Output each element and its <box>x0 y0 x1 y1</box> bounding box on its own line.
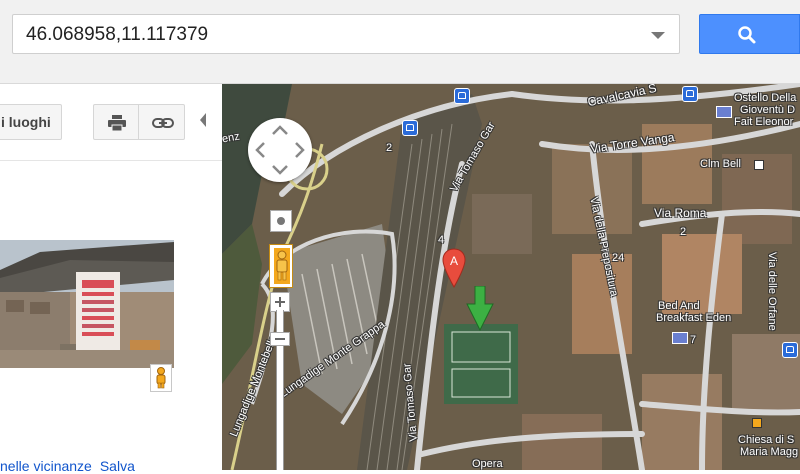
map-label-number-4: 4 <box>438 234 445 246</box>
street-view-arrow-icon <box>466 286 494 332</box>
link-button[interactable] <box>138 104 185 140</box>
panel-divider <box>0 160 222 161</box>
map-label-bnb-1: Bed And <box>658 300 700 312</box>
bottom-links: nelle vicinanze Salva <box>0 458 143 474</box>
save-link[interactable]: Salva <box>100 458 135 474</box>
pan-down-icon <box>272 165 288 175</box>
map-label-ostello-1: Ostello Della <box>734 92 797 104</box>
link-icon <box>152 118 174 128</box>
map-label-via-roma: Via Roma <box>654 206 707 220</box>
pan-right-icon <box>295 142 305 158</box>
zoom-slider-handle[interactable] <box>270 332 290 346</box>
search-input[interactable]: 46.068958,11.117379 <box>12 14 680 54</box>
pegman-icon <box>274 248 290 284</box>
zoom-in-button[interactable] <box>270 292 290 312</box>
street-view-thumbnail[interactable] <box>0 240 174 368</box>
pegman-button[interactable] <box>269 244 293 288</box>
reset-view-icon <box>277 217 285 225</box>
map-label-clm-bell: Clm Bell <box>700 158 741 170</box>
map-label-roma-number: 2 <box>680 226 687 238</box>
church-icon[interactable] <box>752 418 762 428</box>
pan-up-icon <box>272 125 288 135</box>
poi-icon[interactable] <box>754 160 764 170</box>
bus-stop-icon[interactable] <box>682 86 698 102</box>
map-label-chiesa-1: Chiesa di S <box>738 434 795 446</box>
map-label-bnb-2: Breakfast Eden <box>656 312 732 324</box>
search-button[interactable] <box>699 14 800 54</box>
location-marker-letter: A <box>450 254 458 268</box>
map-label-opera: Opera <box>472 458 503 470</box>
plus-icon <box>275 297 285 307</box>
reset-view-button[interactable] <box>270 210 292 232</box>
minus-icon <box>275 338 285 340</box>
map-label-chiesa-2: Maria Magg <box>740 446 799 458</box>
hotel-icon[interactable] <box>672 332 688 344</box>
bus-stop-icon[interactable] <box>402 120 418 136</box>
left-panel: i luoghi nelle vicinanze Salva <box>0 84 222 474</box>
map-label-ostello-2: Gioventù D <box>740 104 796 116</box>
location-marker-icon[interactable]: A <box>442 248 466 288</box>
pan-control[interactable] <box>248 118 312 182</box>
bus-stop-icon[interactable] <box>782 342 798 358</box>
map-label-number-7: 7 <box>690 334 697 346</box>
map-label-ostello-3: Fait Eleonor <box>734 116 794 128</box>
print-icon <box>108 115 126 131</box>
top-search-bar: 46.068958,11.117379 <box>0 0 800 84</box>
places-button[interactable]: i luoghi <box>0 104 62 140</box>
nearby-link[interactable]: nelle vicinanze <box>0 458 92 474</box>
bus-stop-icon[interactable] <box>454 88 470 104</box>
collapse-panel-icon[interactable] <box>200 113 206 127</box>
search-input-value: 46.068958,11.117379 <box>26 24 209 45</box>
pegman-badge-icon[interactable] <box>150 364 172 392</box>
dropdown-arrow-icon[interactable] <box>651 32 665 39</box>
search-icon <box>738 26 756 44</box>
map-label-number-24: 24 <box>612 252 625 264</box>
print-button[interactable] <box>93 104 139 140</box>
map-label-via-orfane: Via delle Orfane <box>766 252 778 331</box>
hotel-icon[interactable] <box>716 106 732 118</box>
satellite-map[interactable]: Cavalcavia S Ostello Della Gioventù D Fa… <box>222 84 800 470</box>
pan-left-icon <box>255 142 265 158</box>
map-label-number-2: 2 <box>386 142 393 154</box>
